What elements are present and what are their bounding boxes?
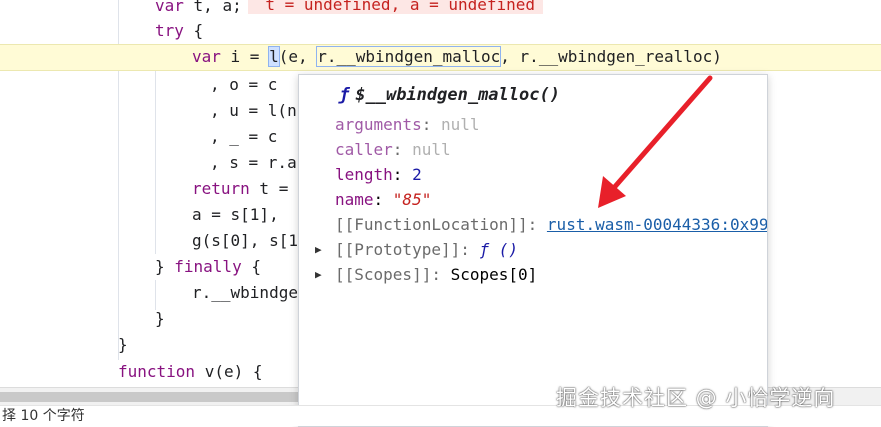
red-arrow-annotation — [598, 75, 713, 208]
watermark: 掘金技术社区 @ 小恰学逆向 — [556, 386, 836, 410]
